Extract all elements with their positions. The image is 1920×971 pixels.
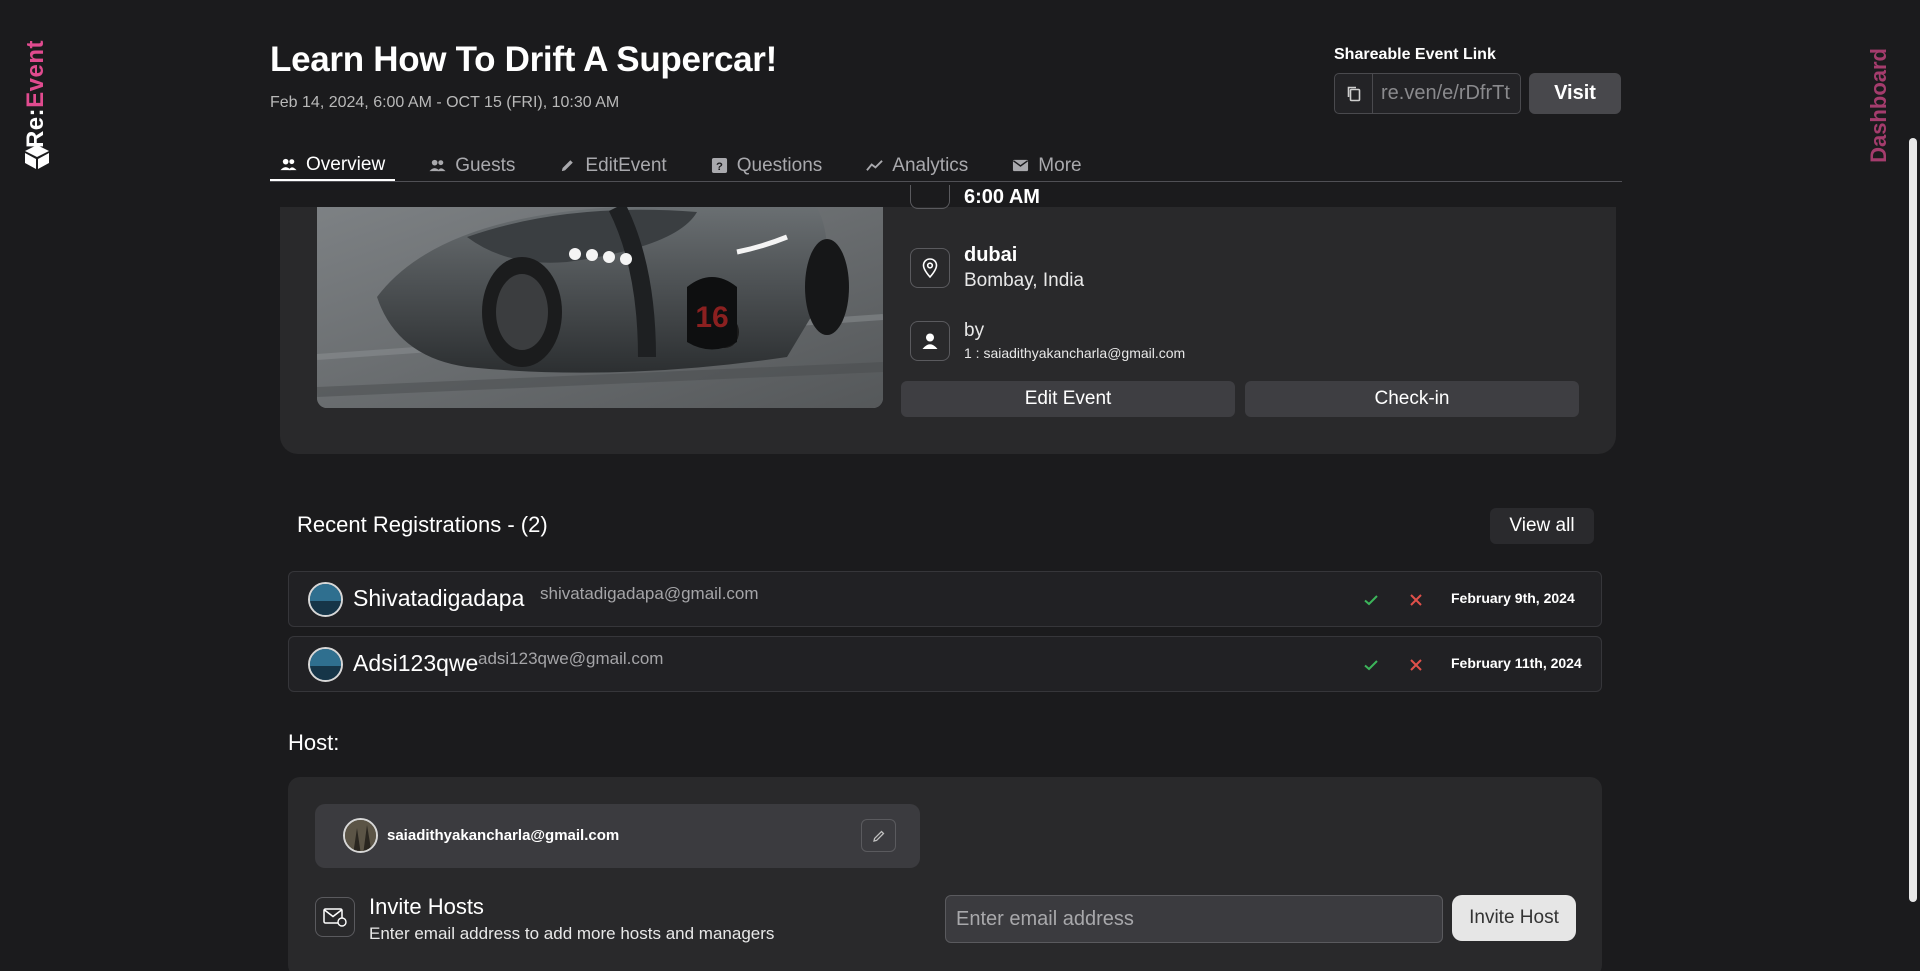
tab-guests[interactable]: Guests xyxy=(419,150,525,181)
tab-label: Guests xyxy=(455,154,516,176)
invite-host-button[interactable]: Invite Host xyxy=(1452,895,1576,941)
host-section-title: Host: xyxy=(288,730,340,755)
copy-button[interactable] xyxy=(1335,74,1373,113)
people-icon xyxy=(429,159,446,172)
pencil-icon xyxy=(872,830,884,842)
registration-date: February 11th, 2024 xyxy=(1451,655,1582,671)
view-all-button[interactable]: View all xyxy=(1490,508,1594,544)
svg-text:16: 16 xyxy=(695,301,728,334)
reject-x-icon[interactable] xyxy=(1406,590,1426,610)
host-email: saiadithyakancharla@gmail.com xyxy=(387,827,620,844)
tab-label: Overview xyxy=(306,153,386,175)
trend-icon xyxy=(866,160,883,171)
svg-text:?: ? xyxy=(716,161,723,173)
tab-label: More xyxy=(1038,154,1082,176)
copy-icon xyxy=(1347,86,1360,101)
host-card: saiadithyakancharla@gmail.com Invite Hos… xyxy=(288,777,1602,971)
tab-label: Analytics xyxy=(892,154,969,176)
registrant-email: shivatadigadapa@gmail.com xyxy=(540,584,759,603)
location-sub: Bombay, India xyxy=(964,270,1085,291)
event-cover-image: 16 xyxy=(317,207,883,408)
dashboard-link[interactable]: Dashboard xyxy=(1866,48,1892,163)
avatar xyxy=(308,647,343,682)
registrations-title: Recent Registrations - (2) xyxy=(297,512,548,537)
organizer-row: by 1 : saiadithyakancharla@gmail.com xyxy=(910,320,1185,361)
registration-row[interactable]: Adsi123qwe adsi123qwe@gmail.com February… xyxy=(288,636,1602,692)
invite-email-input[interactable] xyxy=(945,895,1443,943)
tab-analytics[interactable]: Analytics xyxy=(856,150,978,181)
registrant-email: adsi123qwe@gmail.com xyxy=(478,649,664,668)
person-icon xyxy=(910,320,950,361)
tab-label: EditEvent xyxy=(585,154,667,176)
tab-questions[interactable]: ? Questions xyxy=(701,150,833,181)
registration-date: February 9th, 2024 xyxy=(1451,590,1575,606)
brand-rail: Re:Event xyxy=(0,0,74,971)
brand-prefix: Re: xyxy=(22,107,49,149)
brand-cube-icon xyxy=(25,145,49,169)
invite-hosts-title: Invite Hosts xyxy=(369,894,484,919)
people-icon xyxy=(280,158,297,171)
share-link-url[interactable]: re.ven/e/rDfrTt xyxy=(1373,74,1520,113)
organizer-title: by xyxy=(964,320,985,341)
invite-hosts-description: Enter email address to add more hosts an… xyxy=(369,924,775,943)
tab-bar: Overview Guests EditEvent ? Questions An… xyxy=(270,150,1622,182)
host-chip: saiadithyakancharla@gmail.com xyxy=(315,804,920,868)
share-link-field: re.ven/e/rDfrTt xyxy=(1334,73,1521,114)
share-link-row: re.ven/e/rDfrTt Visit xyxy=(1334,73,1621,114)
clock-icon xyxy=(910,185,950,209)
tab-overview[interactable]: Overview xyxy=(270,150,396,181)
avatar xyxy=(343,818,378,853)
question-icon: ? xyxy=(711,157,727,174)
tab-label: Questions xyxy=(736,154,823,176)
avatar xyxy=(308,582,343,617)
brand-logotype[interactable]: Re:Event xyxy=(22,40,50,148)
visit-button[interactable]: Visit xyxy=(1529,73,1621,114)
time-text: 6:00 AM xyxy=(964,185,1040,208)
brand-suffix: Event xyxy=(22,40,49,108)
registrant-name: Adsi123qwe xyxy=(353,650,479,676)
approve-check-icon[interactable] xyxy=(1361,590,1381,610)
supercar-image: 16 xyxy=(317,207,883,408)
tab-editevent[interactable]: EditEvent xyxy=(549,150,676,181)
approve-check-icon[interactable] xyxy=(1361,655,1381,675)
event-details-card: 16 6:00 AM dubai Bombay, India by 1 : sa… xyxy=(280,185,1616,454)
time-row: 6:00 AM xyxy=(910,185,1040,209)
invite-mail-icon xyxy=(315,897,355,937)
location-row: dubai Bombay, India xyxy=(910,244,1084,292)
tab-more[interactable]: More xyxy=(1002,150,1091,181)
check-in-button[interactable]: Check-in xyxy=(1245,381,1579,417)
edit-host-button[interactable] xyxy=(861,819,896,852)
reject-x-icon[interactable] xyxy=(1406,655,1426,675)
share-link-label: Shareable Event Link xyxy=(1334,46,1496,63)
share-link-block: Shareable Event Link re.ven/e/rDfrTt Vis… xyxy=(1334,46,1621,114)
location-title: dubai xyxy=(964,244,1018,266)
registration-row[interactable]: Shivatadigadapa shivatadigadapa@gmail.co… xyxy=(288,571,1602,627)
scrollbar-thumb[interactable] xyxy=(1909,138,1917,902)
organizer-email: 1 : saiadithyakancharla@gmail.com xyxy=(964,345,1186,361)
edit-event-button[interactable]: Edit Event xyxy=(901,381,1235,417)
registrant-name: Shivatadigadapa xyxy=(353,585,525,611)
mail-icon xyxy=(1013,159,1029,172)
location-pin-icon xyxy=(910,248,950,288)
pencil-icon xyxy=(562,160,574,172)
